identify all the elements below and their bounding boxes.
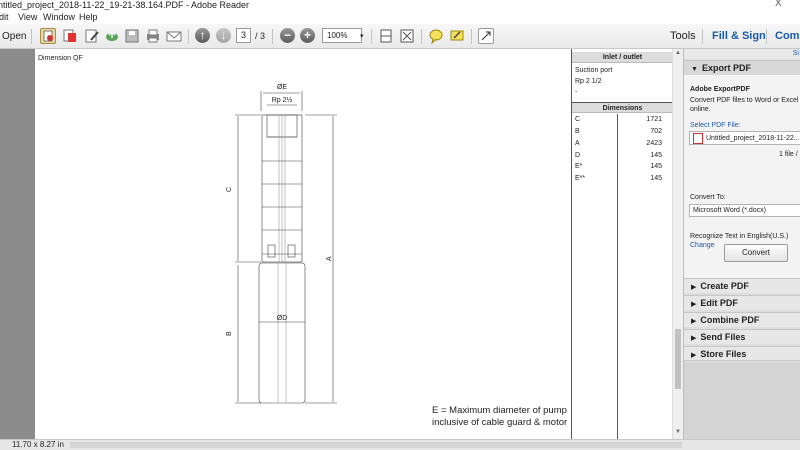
zoom-in-icon[interactable]: + bbox=[300, 28, 315, 43]
menu-edit[interactable]: dit bbox=[0, 11, 9, 24]
label-c: C bbox=[226, 187, 233, 192]
convert-format-select[interactable]: Microsoft Word (*.docx) bbox=[689, 204, 800, 217]
tools-pane: Si ▼ Export PDF Adobe ExportPDF Convert P… bbox=[683, 49, 800, 439]
dim-value: 145 bbox=[650, 163, 662, 170]
label-a: A bbox=[326, 256, 333, 261]
export-pdf-header[interactable]: ▼ Export PDF bbox=[684, 60, 800, 75]
label-rp: Rp 2½ bbox=[272, 96, 293, 104]
toolbar: Open ↑ ↓ 3 / 3 − + 100% ▾ Tools Fill & S… bbox=[0, 24, 800, 49]
title-bar: ntitled_project_2018-11-22_19-21-38.164.… bbox=[0, 0, 800, 11]
store-files-section[interactable]: ▶ Store Files bbox=[684, 346, 800, 361]
status-bar: 11.70 x 8.27 in bbox=[0, 439, 800, 450]
tab-tools[interactable]: Tools bbox=[670, 28, 696, 45]
dim-label: D bbox=[575, 152, 581, 159]
menu-help[interactable]: Help bbox=[79, 11, 98, 24]
menu-window[interactable]: Window bbox=[43, 11, 75, 24]
combine-pdf-icon[interactable] bbox=[62, 28, 78, 44]
expand-triangle-icon: ▶ bbox=[691, 284, 697, 291]
change-link[interactable]: Change bbox=[690, 241, 715, 250]
open-button[interactable]: Open bbox=[2, 28, 26, 45]
create-pdf-section[interactable]: ▶ Create PDF bbox=[684, 278, 800, 293]
page-down-icon[interactable]: ↓ bbox=[216, 28, 231, 43]
convert-button[interactable]: Convert bbox=[724, 244, 788, 262]
expand-triangle-icon: ▶ bbox=[691, 318, 697, 325]
label-b: B bbox=[226, 331, 233, 336]
zoom-level-select[interactable]: 100% bbox=[322, 28, 362, 43]
dim-label: C bbox=[575, 116, 581, 123]
export-desc-1: Convert PDF files to Word or Excel bbox=[690, 97, 799, 104]
sign-tab[interactable]: Si bbox=[684, 49, 800, 59]
inlet-line: Rp 2 1/2 bbox=[575, 78, 602, 85]
dimensions-header: Dimensions bbox=[572, 102, 672, 113]
expand-icon[interactable] bbox=[478, 28, 494, 44]
window-title: ntitled_project_2018-11-22_19-21-38.164.… bbox=[0, 0, 250, 10]
spec-table: Inlet / outlet Suction port Rp 2 1/2 - D… bbox=[571, 49, 672, 439]
select-file-label: Select PDF File: bbox=[690, 122, 741, 129]
inlet-line: - bbox=[575, 89, 578, 96]
scroll-up-icon[interactable]: ▲ bbox=[675, 50, 681, 56]
page-up-icon[interactable]: ↑ bbox=[195, 28, 210, 43]
dim-value: 145 bbox=[650, 152, 662, 159]
page-size: 11.70 x 8.27 in bbox=[12, 440, 64, 449]
export-title: Adobe ExportPDF bbox=[690, 86, 750, 93]
print-icon[interactable] bbox=[145, 28, 161, 44]
horizontal-scrollbar[interactable] bbox=[70, 442, 682, 448]
dim-label: E* bbox=[575, 163, 583, 170]
save-icon[interactable] bbox=[124, 28, 140, 44]
combine-pdf-section[interactable]: ▶ Combine PDF bbox=[684, 312, 800, 327]
dim-value: 145 bbox=[650, 175, 662, 182]
table-divider bbox=[617, 114, 618, 439]
convert-to-label: Convert To: bbox=[690, 194, 726, 201]
close-icon[interactable]: X bbox=[775, 0, 782, 9]
tab-comment[interactable]: Comm bbox=[775, 28, 800, 45]
vertical-scrollbar[interactable]: ▲ ▼ bbox=[672, 49, 683, 439]
file-count: 1 file / bbox=[779, 151, 798, 158]
page-number-input[interactable]: 3 bbox=[236, 28, 251, 43]
collapse-triangle-icon: ▼ bbox=[691, 66, 698, 73]
highlight-icon[interactable] bbox=[449, 28, 465, 44]
pdf-file-icon bbox=[693, 133, 703, 144]
fit-width-icon[interactable] bbox=[378, 28, 394, 44]
expand-triangle-icon: ▶ bbox=[691, 301, 697, 308]
send-files-section[interactable]: ▶ Send Files bbox=[684, 329, 800, 344]
page-total: / 3 bbox=[255, 31, 266, 41]
label-oe: ØE bbox=[277, 84, 287, 91]
dim-label: A bbox=[575, 140, 580, 147]
pump-drawing: ØE Rp 2½ ØD C B A bbox=[226, 84, 337, 404]
zoom-out-icon[interactable]: − bbox=[280, 28, 295, 43]
label-od: ØD bbox=[277, 315, 288, 322]
scroll-thumb[interactable] bbox=[675, 329, 681, 389]
dim-label: B bbox=[575, 128, 580, 135]
email-icon[interactable] bbox=[166, 28, 182, 44]
fit-page-icon[interactable] bbox=[399, 28, 415, 44]
expand-triangle-icon: ▶ bbox=[691, 352, 697, 359]
pane-filler bbox=[684, 362, 800, 439]
inlet-line: Suction port bbox=[575, 67, 613, 74]
edit-icon[interactable] bbox=[84, 28, 100, 44]
expand-triangle-icon: ▶ bbox=[691, 335, 697, 342]
zoom-dropdown-icon[interactable]: ▾ bbox=[360, 28, 364, 45]
dim-value: 2423 bbox=[646, 140, 662, 147]
create-pdf-icon[interactable] bbox=[40, 28, 56, 44]
note-line-1: E = Maximum diameter of pump bbox=[432, 405, 567, 416]
comment-icon[interactable] bbox=[428, 28, 444, 44]
export-desc-2: online. bbox=[690, 106, 711, 113]
selected-file[interactable]: Untitled_project_2018-11-22... bbox=[689, 131, 800, 145]
scroll-down-icon[interactable]: ▼ bbox=[675, 429, 681, 435]
dim-label: E** bbox=[575, 175, 586, 182]
dim-value: 702 bbox=[650, 128, 662, 135]
tab-fill-sign[interactable]: Fill & Sign bbox=[712, 28, 766, 45]
document-area: Dimension QF ØE Rp 2½ ØD C B A E = Maxim… bbox=[0, 49, 683, 439]
inlet-header: Inlet / outlet bbox=[572, 52, 672, 63]
menu-bar: dit View Window Help bbox=[0, 11, 800, 24]
cloud-icon[interactable] bbox=[104, 28, 120, 44]
edit-pdf-section[interactable]: ▶ Edit PDF bbox=[684, 295, 800, 310]
menu-view[interactable]: View bbox=[18, 11, 37, 24]
pdf-page: Dimension QF ØE Rp 2½ ØD C B A E = Maxim… bbox=[35, 49, 672, 439]
dim-value: 1721 bbox=[646, 116, 662, 123]
note-line-2: inclusive of cable guard & motor bbox=[432, 417, 568, 428]
recognize-text: Recognize Text in English(U.S.) bbox=[690, 233, 789, 240]
